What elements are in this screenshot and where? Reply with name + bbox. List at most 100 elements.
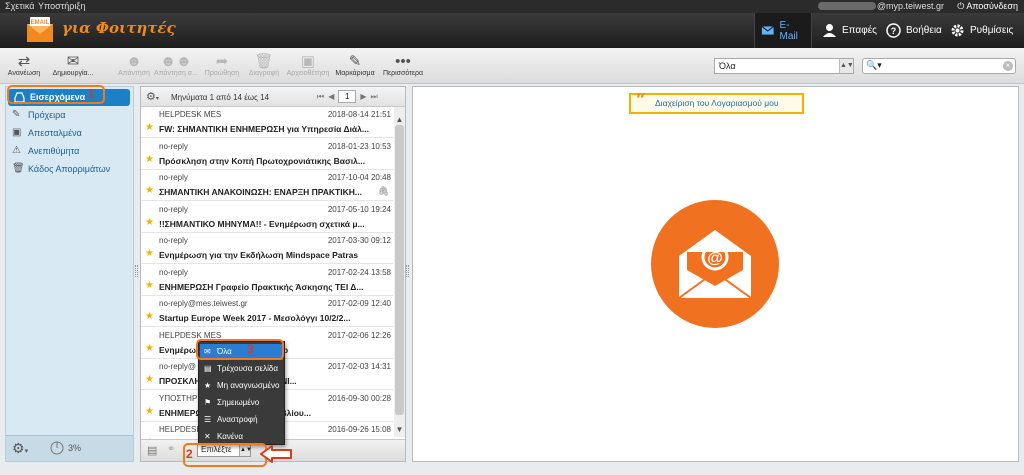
list-mode-icon[interactable]: ⚭ <box>167 444 175 455</box>
message-date: 2017-02-09 12:40 <box>327 299 391 308</box>
message-date: 2018-01-23 10:53 <box>327 141 391 151</box>
open-envelope-icon: @ <box>678 230 752 299</box>
quota-pie-icon <box>50 441 64 455</box>
star-icon[interactable]: ★ <box>145 217 154 228</box>
filter-select[interactable]: Όλα ▲▼ <box>714 58 854 74</box>
message-row[interactable]: HELPDESK MES 2018-08-14 21:51 ★ FW: ΣΗΜΑΝΤΙ… <box>141 107 393 138</box>
nav-contacts[interactable]: Επαφές <box>816 13 883 48</box>
nav-help[interactable]: ? Βοήθεια <box>880 13 948 48</box>
message-row[interactable]: no-reply 2018-01-23 10:53 ★ Πρόσκληση στην … <box>141 139 393 170</box>
message-date: 2018-08-14 21:51 <box>327 110 391 119</box>
star-icon[interactable]: ★ <box>145 311 154 322</box>
star-icon[interactable]: ★ <box>145 374 154 385</box>
nav-email[interactable]: E-Mail <box>754 13 812 48</box>
star-icon[interactable]: ★ <box>145 280 154 291</box>
star-icon[interactable]: ★ <box>145 154 154 165</box>
message-list-header: ⚙▾ Μηνύματα 1 από 14 έως 14 ⏮ ◀ 1 ▶ ⏭ <box>141 87 405 107</box>
more-dots-icon: ••• <box>395 52 411 70</box>
clear-search-icon[interactable]: × <box>1003 61 1013 71</box>
quote-icon: “ <box>636 90 646 110</box>
pencil-icon: ✎ <box>12 109 21 120</box>
message-date: 2016-09-30 00:28 <box>327 393 391 403</box>
scroll-up-icon[interactable]: ▲ <box>394 115 405 124</box>
message-subject: Startup Europe Week 2017 - Μεσολόγγι 10/… <box>159 313 351 323</box>
annotation-box-select <box>183 443 267 467</box>
message-row[interactable]: no-reply 2017-02-24 13:58 ★ ΕΝΗΜΕΡΩΣΗ Γραφε… <box>141 265 393 296</box>
quota-indicator: 3% <box>50 441 81 455</box>
settings-menu-button[interactable]: ⚙▾ <box>12 440 28 457</box>
annotation-box-all <box>196 339 284 360</box>
message-from: no-reply <box>159 267 188 277</box>
prev-page-icon[interactable]: ◀ <box>328 92 334 101</box>
flag-icon: ⚑ <box>204 398 212 407</box>
help-icon: ? <box>886 23 901 38</box>
annotation-arrow-icon <box>260 445 292 463</box>
trash-icon: 🗑 <box>12 163 25 174</box>
select-menu-unread[interactable]: ★ Μη αναγνωσμένο <box>200 378 283 394</box>
annotation-number-3: 3 <box>247 342 254 356</box>
folder-trash[interactable]: 🗑 Κάδος Απορριμάτων <box>6 161 133 178</box>
annotation-number-2: 2 <box>186 447 193 461</box>
message-row[interactable]: no-reply 2017-05-10 19:24 ★ !!ΣΗΜΑΝΤΙΚΟ ΜΗΝ… <box>141 202 393 233</box>
right-splitter[interactable] <box>406 265 409 277</box>
person-icon <box>823 24 836 37</box>
star-icon[interactable]: ★ <box>145 343 154 354</box>
message-from: no-reply@mes.teiwest.gr <box>159 299 248 308</box>
message-subject: Πρόσκληση στην Κοπή Πρωτοχρονιάτικης Βασ… <box>159 155 365 166</box>
svg-text:?: ? <box>891 26 897 36</box>
logo-text: για Φοιτητές <box>62 19 176 37</box>
select-menu-flagged[interactable]: ⚑ Σημειωμένο <box>200 395 283 411</box>
message-from: no-reply <box>159 236 188 245</box>
message-date: 2017-05-10 19:24 <box>327 204 391 214</box>
message-from: no-reply <box>159 204 188 214</box>
star-icon[interactable]: ★ <box>145 185 154 196</box>
message-date: 2017-03-30 09:12 <box>327 236 391 245</box>
message-subject: !!ΣΗΜΑΝΤΙΚΟ ΜΗΝΥΜΑ!! - Ενημέρωση σχετικά… <box>159 218 365 229</box>
scrollbar-thumb[interactable] <box>395 125 404 415</box>
select-arrows-icon: ▲▼ <box>839 59 854 73</box>
more-button[interactable]: ••• Περισσότερα <box>375 52 431 78</box>
select-menu-invert[interactable]: ☰ Αναστροφή <box>200 412 283 428</box>
logout-link[interactable]: ⏻ Αποσύνδεση <box>957 1 1018 12</box>
app-header: EMAIL για Φοιτητές E-Mail Επαφές ? Βοήθε… <box>0 13 1024 48</box>
first-page-icon[interactable]: ⏮ <box>317 92 324 102</box>
attachment-icon: 🖇 <box>377 186 389 196</box>
page-icon: ▤ <box>204 364 212 373</box>
star-icon[interactable]: ★ <box>145 248 154 259</box>
message-row[interactable]: no-reply@mes.teiwest.gr 2017-02-09 12:40 ★… <box>141 296 393 327</box>
support-link[interactable]: Υποστήριξη <box>38 1 85 11</box>
scroll-down-icon[interactable]: ▼ <box>394 425 405 434</box>
search-input[interactable]: 🔍▾ × <box>862 58 1016 74</box>
left-splitter[interactable] <box>135 265 138 277</box>
compose-button[interactable]: ✉ Δημιουργία... <box>45 52 101 77</box>
list-options-icon[interactable]: ⚙▾ <box>146 90 159 103</box>
folder-pane-footer: ⚙▾ 3% <box>6 435 133 461</box>
list-scrollbar[interactable]: ▲ ▼ <box>394 107 405 437</box>
message-from: no-reply <box>159 173 188 182</box>
message-date: 2017-02-24 13:58 <box>327 267 391 277</box>
select-menu-current-page[interactable]: ▤ Τρέχουσα σελίδα <box>200 361 283 377</box>
nav-settings[interactable]: Ρυθμίσεις <box>944 13 1019 48</box>
folder-junk[interactable]: ⚠ Ανεπιθύμητα <box>6 143 133 160</box>
compose-icon: ✉ <box>66 53 80 70</box>
page-number-input[interactable]: 1 <box>338 90 357 103</box>
star-icon[interactable]: ★ <box>145 406 154 417</box>
about-link[interactable]: Σχετικά <box>5 1 34 11</box>
next-page-icon[interactable]: ▶ <box>360 92 366 101</box>
star-icon[interactable]: ★ <box>145 122 154 133</box>
message-date: 2017-10-04 20:48 <box>327 173 391 182</box>
message-count: Μηνύματα 1 από 14 έως 14 <box>171 93 270 102</box>
message-row[interactable]: no-reply 2017-10-04 20:48 ★ ΣΗΜΑΝΤΙΚΗ ΑΝΑΚΟ… <box>141 170 393 201</box>
threads-toggle-icon[interactable]: ▤ <box>147 444 157 457</box>
folder-sent[interactable]: ▣ Απεσταλμένα <box>6 125 133 142</box>
toolbar: ⇄ Ανανέωση ✉ Δημιουργία... ☻ Απάντηση ☻☻ Απά… <box>0 48 1024 84</box>
folder-drafts[interactable]: ✎ Πρόχειρα <box>6 107 133 124</box>
message-row[interactable]: no-reply 2017-03-30 09:12 ★ Ενημέρωση για τ… <box>141 233 393 264</box>
mail-watermark: @ <box>651 200 779 328</box>
invert-icon: ☰ <box>204 415 212 424</box>
last-page-icon[interactable]: ⏭ <box>371 92 378 102</box>
manage-account-link[interactable]: “ Διαχείριση του Λογαριασμού μου <box>629 90 804 114</box>
pager: ⏮ ◀ 1 ▶ ⏭ <box>317 90 378 103</box>
logo-envelope-icon: EMAIL <box>27 17 53 42</box>
message-from: no-reply <box>159 141 188 151</box>
